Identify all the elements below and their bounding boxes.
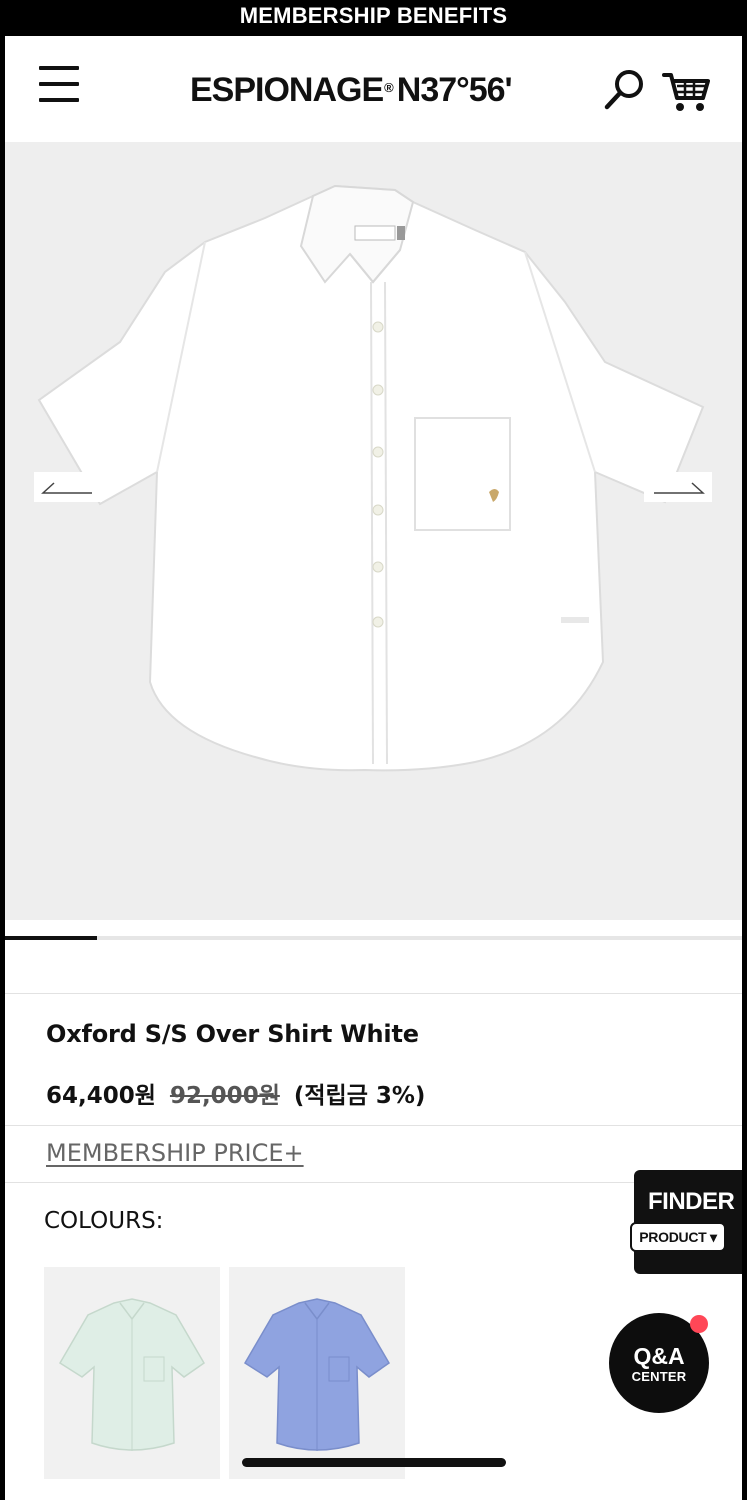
gallery-progress-bar	[5, 936, 742, 940]
logo-text: ESPIONAGE	[190, 71, 384, 109]
home-indicator	[242, 1458, 506, 1467]
logo-suffix: N37°56'	[396, 71, 513, 109]
colour-swatch-blue[interactable]	[229, 1267, 405, 1479]
divider	[5, 993, 742, 994]
arrow-right-icon[interactable]	[644, 472, 712, 502]
colours-label: COLOURS:	[44, 1208, 164, 1234]
product-title: Oxford S/S Over Shirt White	[46, 1020, 419, 1048]
reward-points: (적립금 3%)	[293, 1083, 426, 1109]
colour-swatch-mint[interactable]	[44, 1267, 220, 1479]
qa-subtitle: CENTER	[631, 1369, 687, 1384]
cart-icon[interactable]	[661, 70, 713, 114]
arrow-left-icon[interactable]	[34, 472, 102, 502]
product-image-gallery[interactable]	[5, 142, 742, 920]
search-icon[interactable]	[601, 66, 649, 114]
registered-mark: ®	[384, 80, 394, 95]
notification-badge	[690, 1315, 708, 1333]
membership-price-link[interactable]: MEMBERSHIP PRICE+	[46, 1139, 304, 1167]
original-price: 92,000원	[169, 1083, 280, 1109]
membership-benefits-banner[interactable]: MEMBERSHIP BENEFITS	[0, 0, 747, 36]
finder-product-pill: PRODUCT ▾	[630, 1222, 726, 1252]
site-header: ESPIONAGE® N37°56'	[5, 36, 742, 142]
qa-title: Q&A	[633, 1343, 685, 1369]
hamburger-icon[interactable]	[39, 66, 81, 102]
product-finder-button[interactable]: FINDER PRODUCT ▾	[630, 1170, 742, 1274]
price-row: 64,400원 92,000원 (적립금 3%)	[46, 1076, 425, 1110]
product-image	[37, 184, 705, 772]
sale-price: 64,400원	[46, 1083, 156, 1109]
divider	[5, 1182, 742, 1183]
product-page: ESPIONAGE® N37°56' Oxford S/S Over Shirt…	[5, 36, 742, 1500]
divider	[5, 1125, 742, 1126]
gallery-progress-fill	[5, 936, 98, 940]
finder-title: FINDER	[648, 1188, 735, 1215]
brand-logo[interactable]: ESPIONAGE® N37°56'	[190, 70, 513, 110]
